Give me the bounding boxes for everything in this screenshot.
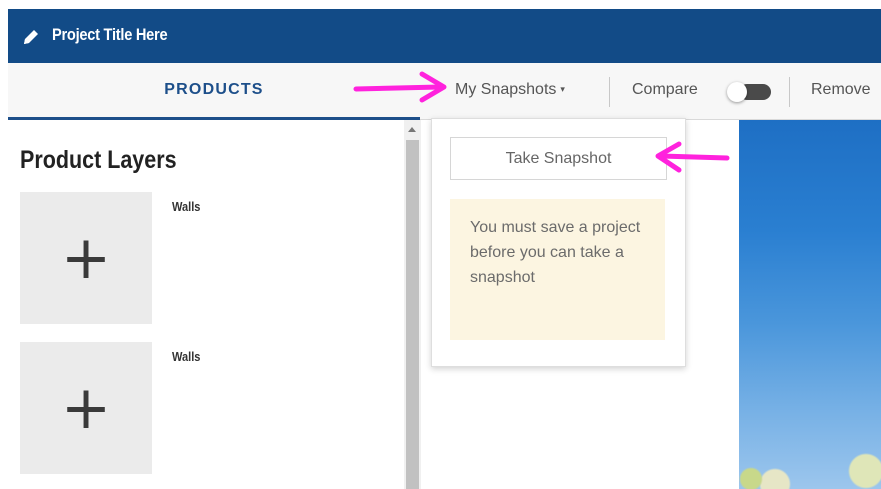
caret-down-icon: ▾ [560, 84, 565, 94]
annotation-arrow-icon [353, 71, 447, 103]
nav-divider [789, 77, 790, 107]
nav-divider [609, 77, 610, 107]
save-required-notice: You must save a project before you can t… [450, 199, 665, 340]
remove-button[interactable]: Remove [811, 81, 871, 99]
snapshots-dropdown: Take Snapshot You must save a project be… [431, 118, 686, 367]
scroll-up-arrow-icon[interactable] [408, 127, 416, 132]
title-bar: Project Title Here [8, 9, 881, 63]
add-layer-tile[interactable]: + [20, 192, 152, 324]
tree-foliage [739, 439, 799, 489]
layer-label: Walls [172, 199, 201, 214]
pencil-icon[interactable] [21, 27, 41, 47]
annotation-arrow-icon [655, 141, 730, 173]
tree-foliage [831, 429, 881, 489]
scrollbar-thumb[interactable] [406, 140, 419, 489]
panel-heading: Product Layers [20, 146, 177, 174]
add-layer-tile[interactable]: + [20, 342, 152, 474]
layer-label: Walls [172, 349, 201, 364]
panel-scrollbar[interactable] [404, 120, 421, 489]
compare-toggle[interactable] [727, 82, 773, 102]
compare-label: Compare [632, 81, 698, 98]
toggle-knob [727, 82, 747, 102]
plus-icon: + [60, 373, 112, 443]
take-snapshot-button[interactable]: Take Snapshot [450, 137, 667, 180]
product-layers-panel: Product Layers + Walls + Walls [8, 120, 404, 489]
my-snapshots-label: My Snapshots [455, 81, 557, 98]
plus-icon: + [60, 223, 112, 293]
notice-text: You must save a project before you can t… [470, 219, 641, 286]
project-photo [739, 120, 881, 489]
project-title[interactable]: Project Title Here [52, 25, 168, 45]
my-snapshots-menu[interactable]: My Snapshots ▾ [455, 81, 565, 103]
